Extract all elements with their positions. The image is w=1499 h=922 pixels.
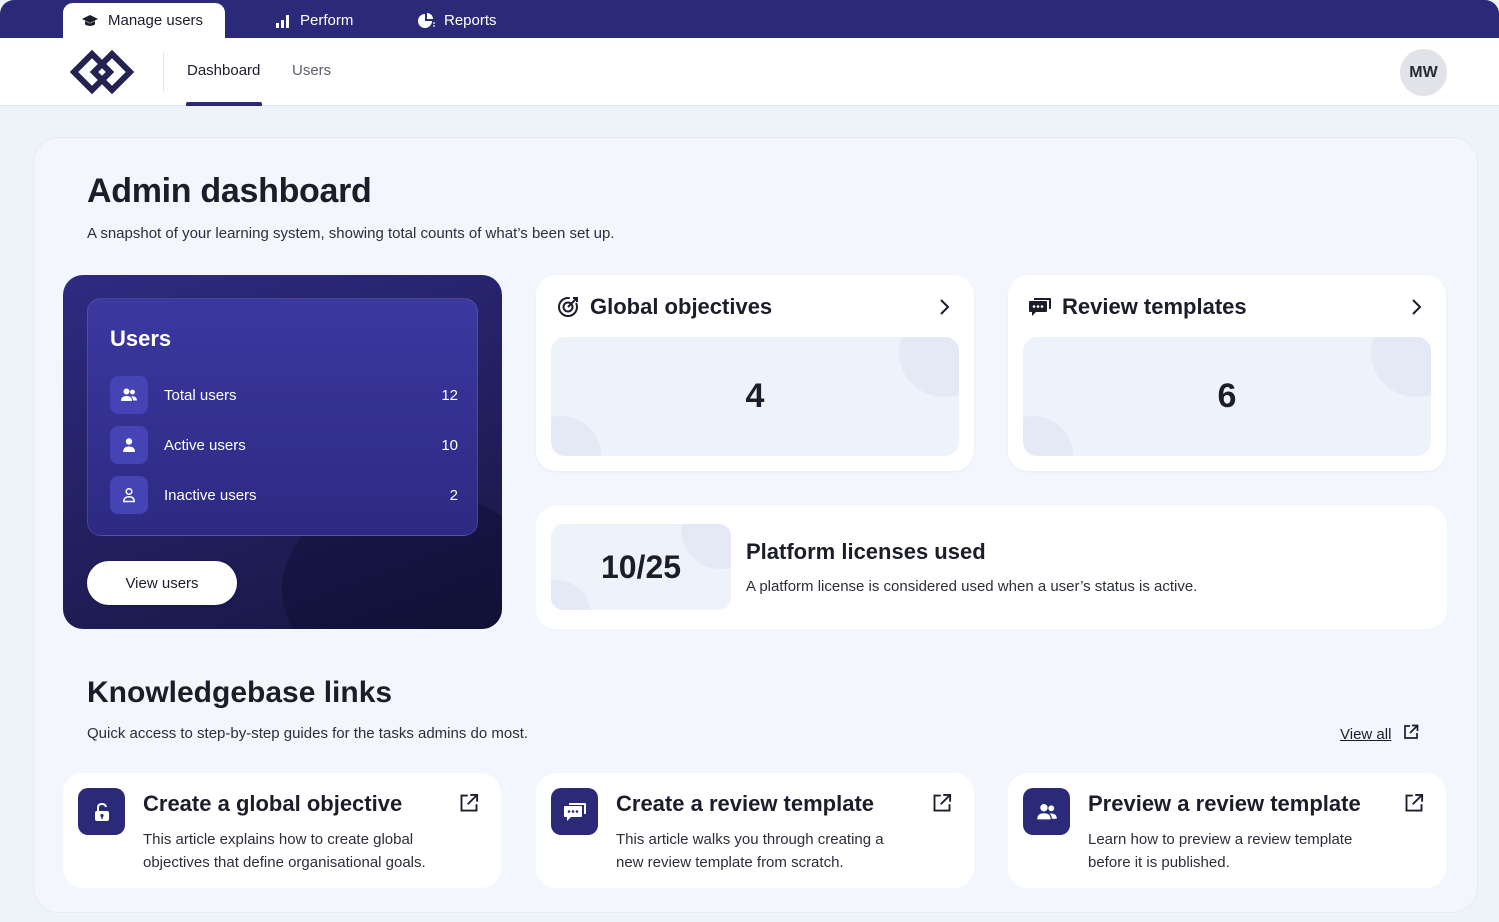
- top-tab-label: Perform: [300, 12, 354, 29]
- stat-value: 4: [745, 377, 765, 415]
- user-stat-value: 12: [441, 386, 458, 404]
- unlock-icon: [78, 788, 125, 835]
- stat-value: 6: [1217, 377, 1237, 415]
- view-all-label: View all: [1340, 726, 1392, 743]
- target-icon: [556, 295, 580, 319]
- users-card-title: Users: [110, 326, 172, 351]
- user-stat-row-active: Active users 10: [110, 426, 458, 464]
- chevron-right-icon[interactable]: [1404, 295, 1428, 319]
- app-header: Dashboard Users MW: [0, 38, 1499, 106]
- nav-tab-dashboard[interactable]: Dashboard: [187, 62, 260, 79]
- top-tab-reports[interactable]: Reports: [417, 3, 497, 38]
- user-stat-label: Total users: [164, 386, 237, 404]
- kb-card-title: Preview a review template: [1088, 791, 1361, 816]
- license-title: Platform licenses used: [746, 539, 986, 564]
- external-link-icon[interactable]: [459, 793, 481, 815]
- user-stat-label: Active users: [164, 436, 246, 454]
- user-avatar[interactable]: MW: [1400, 49, 1447, 96]
- user-outline-icon: [110, 476, 148, 514]
- user-stat-row-total: Total users 12: [110, 376, 458, 414]
- top-tab-label: Manage users: [108, 12, 204, 29]
- decorative-shape: [551, 416, 601, 456]
- top-tab-perform[interactable]: Perform: [275, 3, 353, 38]
- kb-card-description: This article walks you through creating …: [616, 831, 884, 871]
- decorative-shape: [551, 580, 591, 610]
- platform-licenses-card: 10/25 Platform licenses used A platform …: [536, 506, 1447, 629]
- user-stat-row-inactive: Inactive users 2: [110, 476, 458, 514]
- kb-card-description: This article explains how to create glob…: [143, 831, 426, 871]
- pie-chart-icon: [417, 12, 435, 29]
- chat-bubbles-icon: [1028, 295, 1052, 319]
- nav-active-indicator: [186, 102, 262, 106]
- chat-bubbles-icon: [551, 788, 598, 835]
- graduation-cap-icon: [81, 14, 99, 28]
- users-summary-panel: Users Total users 12 Active users 10 Ina…: [87, 298, 478, 536]
- stat-value-box: 4: [551, 337, 959, 456]
- brand-logo[interactable]: [69, 49, 135, 95]
- global-objectives-card[interactable]: Global objectives 4: [536, 275, 974, 471]
- kb-card-create-global-objective[interactable]: Create a global objective This article e…: [63, 773, 501, 888]
- external-link-icon[interactable]: [1404, 793, 1426, 815]
- license-description: A platform license is considered used wh…: [746, 578, 1198, 595]
- card-header: Review templates: [1028, 293, 1428, 321]
- knowledgebase-subtitle: Quick access to step-by-step guides for …: [87, 725, 529, 742]
- top-tab-label: Reports: [444, 12, 497, 29]
- kb-card-title: Create a global objective: [143, 791, 403, 816]
- decorative-shape: [899, 337, 959, 397]
- external-link-icon: [1403, 724, 1419, 745]
- users-group-icon: [1023, 788, 1070, 835]
- user-stat-value: 2: [449, 486, 458, 504]
- decorative-shape: [1023, 416, 1073, 456]
- user-stat-value: 10: [441, 436, 458, 454]
- view-users-button[interactable]: View users: [87, 561, 237, 605]
- kb-card-preview-review-template[interactable]: Preview a review template Learn how to p…: [1008, 773, 1446, 888]
- nav-tab-users[interactable]: Users: [292, 62, 331, 79]
- kb-card-description: Learn how to preview a review template b…: [1088, 831, 1353, 871]
- top-tab-manage-users[interactable]: Manage users: [63, 3, 226, 38]
- card-title: Review templates: [1062, 294, 1247, 319]
- knowledgebase-title: Knowledgebase links: [87, 676, 393, 709]
- card-header: Global objectives: [556, 293, 956, 321]
- users-group-icon: [110, 376, 148, 414]
- license-value-box: 10/25: [551, 524, 731, 610]
- users-card: Users Total users 12 Active users 10 Ina…: [63, 275, 502, 629]
- review-templates-card[interactable]: Review templates 6: [1008, 275, 1446, 471]
- top-tab-strip: Manage users Perform Reports: [0, 0, 1499, 38]
- user-stat-label: Inactive users: [164, 486, 257, 504]
- view-all-link[interactable]: View all: [1340, 724, 1419, 745]
- decorative-shape: [681, 524, 731, 569]
- license-count: 10/25: [600, 548, 682, 585]
- card-title: Global objectives: [590, 294, 773, 319]
- kb-card-create-review-template[interactable]: Create a review template This article wa…: [536, 773, 974, 888]
- external-link-icon[interactable]: [932, 793, 954, 815]
- chevron-right-icon[interactable]: [932, 295, 956, 319]
- stat-value-box: 6: [1023, 337, 1431, 456]
- kb-card-title: Create a review template: [616, 791, 875, 816]
- page-subtitle: A snapshot of your learning system, show…: [87, 225, 615, 242]
- decorative-shape: [1371, 337, 1431, 397]
- user-filled-icon: [110, 426, 148, 464]
- header-divider: [163, 52, 164, 92]
- page-title: Admin dashboard: [87, 172, 372, 210]
- bar-chart-icon: [275, 14, 291, 28]
